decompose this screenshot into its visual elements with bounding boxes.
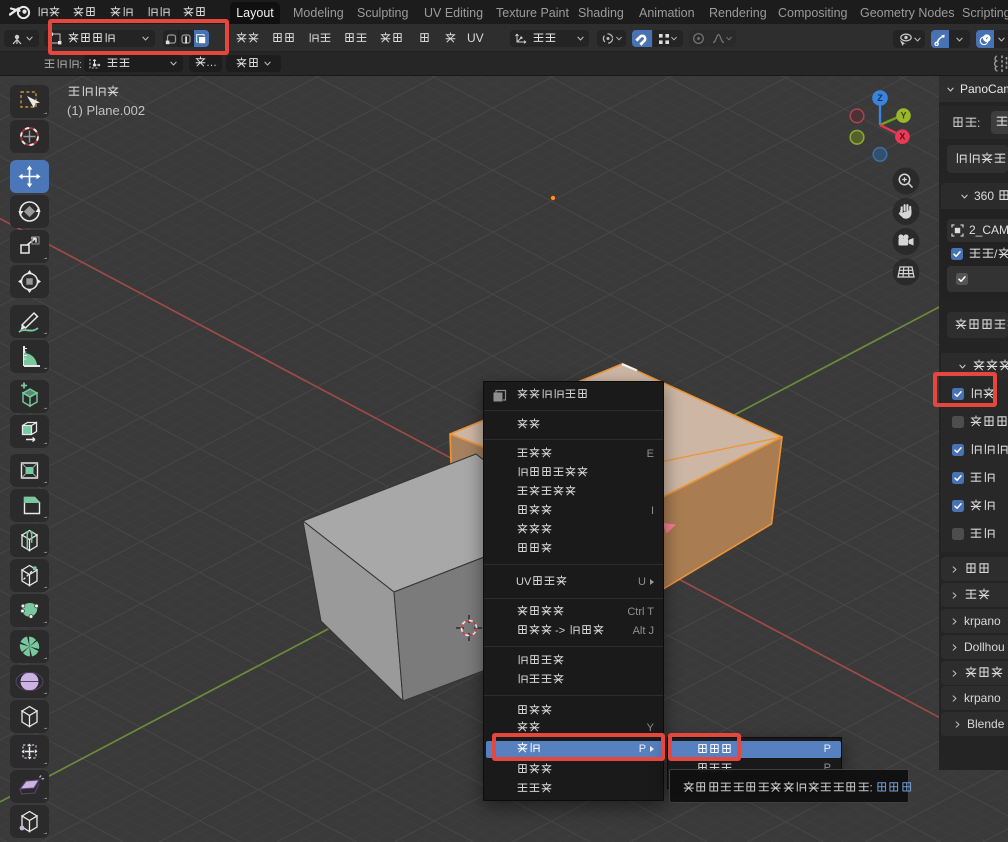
svg-text:Y: Y [900,111,906,121]
svg-text:X: X [899,132,905,142]
svg-text:Z: Z [877,93,883,103]
